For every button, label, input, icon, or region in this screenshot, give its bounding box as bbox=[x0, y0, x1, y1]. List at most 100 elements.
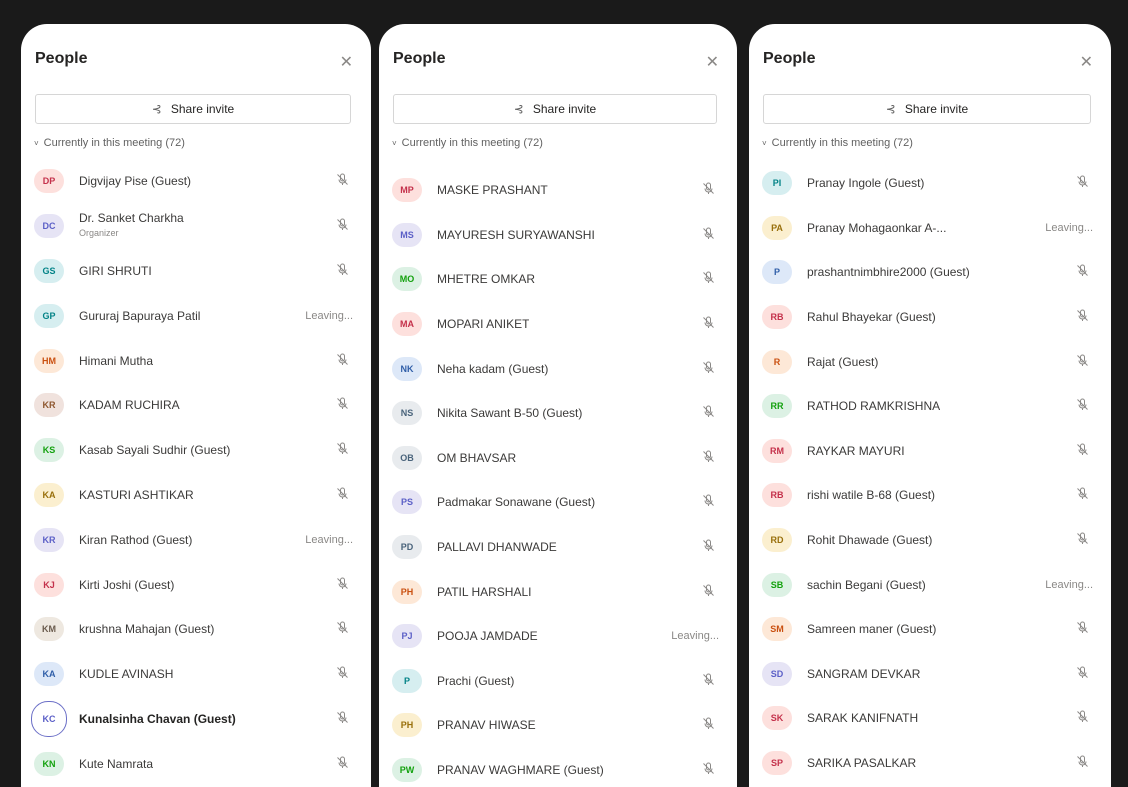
mic-off-icon bbox=[1076, 398, 1089, 414]
participant-name-text: MHETRE OMKAR bbox=[437, 272, 536, 287]
participant-row[interactable]: GP Gururaj Bapuraya Patil Leaving... bbox=[21, 293, 371, 338]
share-invite-button[interactable]: ⊰ Share invite bbox=[763, 94, 1091, 124]
mic-off-icon bbox=[1076, 354, 1089, 370]
participant-row[interactable]: SP SARIKA PASALKAR bbox=[749, 741, 1111, 786]
avatar: DC bbox=[34, 214, 64, 239]
participant-row[interactable]: SD SANGRAM DEVKAR bbox=[749, 652, 1111, 697]
participant-row[interactable]: KM krushna Mahajan (Guest) bbox=[21, 607, 371, 652]
avatar: PH bbox=[392, 713, 422, 738]
participant-row[interactable]: PD PALLAVI DHANWADE bbox=[379, 525, 737, 570]
avatar: KS bbox=[34, 438, 64, 463]
status-leaving: Leaving... bbox=[671, 630, 719, 643]
participant-row[interactable]: OB OM BHAVSAR bbox=[379, 436, 737, 481]
participant-row[interactable]: DC Dr. Sanket Charkha Organizer bbox=[21, 204, 371, 249]
participant-row[interactable]: PW PRANAV WAGHMARE (Guest) bbox=[379, 748, 737, 787]
participant-row[interactable]: KN Kute Namrata bbox=[21, 741, 371, 786]
participant-row[interactable]: KS Kasab Sayali Sudhir (Guest) bbox=[21, 428, 371, 473]
avatar: KN bbox=[34, 751, 64, 776]
participant-name: krushna Mahajan (Guest) bbox=[79, 622, 214, 636]
avatar: DP bbox=[34, 169, 64, 194]
participant-row[interactable]: MO MHETRE OMKAR bbox=[379, 257, 737, 302]
participant-row[interactable]: PS Padmakar Sonawane (Guest) bbox=[379, 480, 737, 525]
participant-name: Rahul Bhayekar (Guest) bbox=[807, 310, 936, 324]
participant-name-text: SARIKA PASALKAR bbox=[807, 756, 917, 771]
participant-name-text: PALLAVI DHANWADE bbox=[437, 540, 557, 555]
participant-name-text: Prachi (Guest) bbox=[437, 673, 515, 688]
section-label: Currently in this meeting (72) bbox=[401, 137, 543, 149]
avatar: KA bbox=[34, 482, 64, 507]
participant-row[interactable]: RD Rohit Dhawade (Guest) bbox=[749, 518, 1111, 563]
participant-name-text: Pranay Mohagaonkar A-... bbox=[807, 220, 947, 235]
participant-row[interactable]: KC Kunalsinha Chavan (Guest) bbox=[21, 697, 371, 742]
participant-name-text: RAYKAR MAYURI bbox=[807, 443, 905, 458]
section-header-in-meeting[interactable]: ˅ Currently in this meeting (72) bbox=[34, 137, 185, 149]
participant-row[interactable]: GS GIRI SHRUTI bbox=[21, 249, 371, 294]
avatar: NS bbox=[392, 401, 422, 426]
participant-name: PRANAV WAGHMARE (Guest) bbox=[437, 763, 604, 777]
participant-row[interactable]: RB rishi watile B-68 (Guest) bbox=[749, 473, 1111, 518]
participant-name: KADAM RUCHIRA bbox=[79, 398, 180, 412]
participant-row[interactable]: PH PATIL HARSHALI bbox=[379, 569, 737, 614]
participant-name: Kirti Joshi (Guest) bbox=[79, 578, 174, 592]
participant-row[interactable]: RR RATHOD RAMKRISHNA bbox=[749, 384, 1111, 429]
participant-row[interactable]: SM Samreen maner (Guest) bbox=[749, 607, 1111, 652]
share-invite-button[interactable]: ⊰ Share invite bbox=[35, 94, 351, 124]
mic-off-icon bbox=[702, 673, 715, 689]
participant-role: Organizer bbox=[79, 228, 119, 239]
participant-row[interactable]: MP MASKE PRASHANT bbox=[379, 168, 737, 213]
mic-off-icon bbox=[1076, 264, 1089, 280]
participant-row[interactable]: KA KASTURI ASHTIKAR bbox=[21, 473, 371, 518]
participant-row[interactable]: NK Neha kadam (Guest) bbox=[379, 346, 737, 391]
participant-row[interactable]: MS MAYURESH SURYAWANSHI bbox=[379, 213, 737, 258]
mic-off-icon bbox=[702, 405, 715, 421]
participant-name: sachin Begani (Guest) bbox=[807, 578, 926, 592]
participant-name-text: MAYURESH SURYAWANSHI bbox=[437, 227, 595, 242]
participant-row[interactable]: SK SARAK KANIFNATH bbox=[749, 696, 1111, 741]
participant-name: Kasab Sayali Sudhir (Guest) bbox=[79, 443, 230, 457]
avatar: RB bbox=[762, 305, 792, 330]
participant-name: Himani Mutha bbox=[79, 354, 153, 368]
participant-row[interactable]: MA MOPARI ANIKET bbox=[379, 302, 737, 347]
participant-row[interactable]: P Prachi (Guest) bbox=[379, 659, 737, 704]
participant-row[interactable]: DP Digvijay Pise (Guest) bbox=[21, 159, 371, 204]
close-icon[interactable]: ✕ bbox=[340, 52, 353, 72]
participant-row[interactable]: NS Nikita Sawant B-50 (Guest) bbox=[379, 391, 737, 436]
close-icon[interactable]: ✕ bbox=[1080, 52, 1093, 72]
share-invite-button[interactable]: ⊰ Share invite bbox=[393, 94, 717, 124]
participant-name: KASTURI ASHTIKAR bbox=[79, 488, 194, 502]
participant-name-text: OM BHAVSAR bbox=[437, 450, 517, 465]
participant-name-text: prashantnimbhire2000 (Guest) bbox=[807, 265, 970, 280]
avatar: KR bbox=[34, 527, 64, 552]
participant-name-text: Kute Namrata bbox=[79, 756, 154, 771]
mic-off-icon bbox=[336, 756, 349, 772]
section-header-in-meeting[interactable]: ˅ Currently in this meeting (72) bbox=[762, 137, 913, 149]
participant-row[interactable]: R Rajat (Guest) bbox=[749, 339, 1111, 384]
participant-row[interactable]: KR Kiran Rathod (Guest) Leaving... bbox=[21, 517, 371, 562]
avatar: OB bbox=[392, 445, 422, 470]
participant-row[interactable]: KJ Kirti Joshi (Guest) bbox=[21, 562, 371, 607]
avatar: MS bbox=[392, 222, 422, 247]
participant-row[interactable]: Pprashantnimbhire2000 (Guest) bbox=[749, 250, 1111, 295]
participant-name: RATHOD RAMKRISHNA bbox=[807, 399, 940, 413]
people-panel-3: People ✕ ⊰ Share invite ˅ Currently in this m… bbox=[749, 24, 1111, 787]
participant-row[interactable]: HM Himani Mutha bbox=[21, 338, 371, 383]
participant-row[interactable]: PA Pranay Mohagaonkar A-... Leaving... bbox=[749, 206, 1111, 251]
participant-row[interactable]: RB Rahul Bhayekar (Guest) bbox=[749, 295, 1111, 340]
avatar: SK bbox=[762, 706, 792, 731]
participant-name-text: Gururaj Bapuraya Patil bbox=[79, 308, 201, 323]
share-icon: ⊰ bbox=[151, 102, 162, 116]
participant-name-text: Nikita Sawant B-50 (Guest) bbox=[437, 406, 583, 421]
close-icon[interactable]: ✕ bbox=[706, 52, 719, 72]
avatar: SM bbox=[762, 617, 792, 642]
participant-row[interactable]: PJ POOJA JAMDADE Leaving... bbox=[379, 614, 737, 659]
participant-row[interactable]: KA KUDLE AVINASH bbox=[21, 652, 371, 697]
mic-off-icon bbox=[336, 263, 349, 279]
participant-row[interactable]: PH PRANAV HIWASE bbox=[379, 703, 737, 748]
mic-off-icon bbox=[1076, 755, 1089, 771]
participant-row[interactable]: PI Pranay Ingole (Guest) bbox=[749, 161, 1111, 206]
participant-row[interactable]: SB sachin Begani (Guest) Leaving... bbox=[749, 562, 1111, 607]
participant-row[interactable]: RM RAYKAR MAYURI bbox=[749, 429, 1111, 474]
avatar: GS bbox=[34, 258, 64, 283]
section-header-in-meeting[interactable]: ˅ Currently in this meeting (72) bbox=[392, 137, 543, 149]
participant-row[interactable]: KR KADAM RUCHIRA bbox=[21, 383, 371, 428]
